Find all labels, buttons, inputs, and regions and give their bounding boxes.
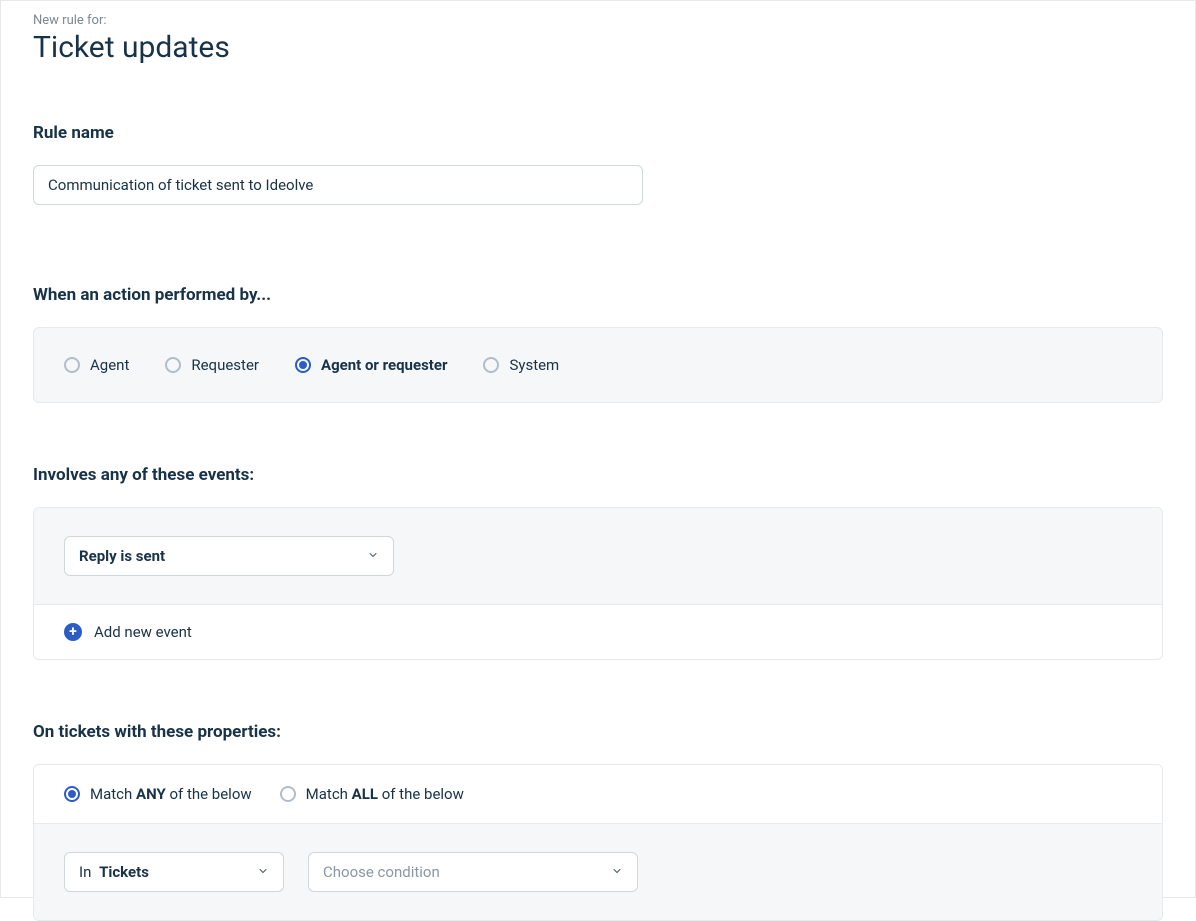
event-select-value: Reply is sent bbox=[79, 547, 165, 565]
action-section: When an action performed by... Agent Requ… bbox=[33, 285, 1163, 403]
match-radio-any[interactable]: Match ANY of the below bbox=[64, 785, 252, 803]
event-select[interactable]: Reply is sent bbox=[64, 536, 394, 576]
action-radio-group: Agent Requester Agent or requester System bbox=[64, 356, 1132, 374]
radio-label: System bbox=[509, 356, 559, 374]
events-panel: Reply is sent + Add new event bbox=[33, 507, 1163, 660]
action-radio-system[interactable]: System bbox=[483, 356, 559, 374]
chevron-down-icon bbox=[367, 547, 379, 565]
condition-select[interactable]: Choose condition bbox=[308, 852, 638, 892]
properties-section: On tickets with these properties: Match … bbox=[33, 722, 1163, 921]
radio-label: Agent or requester bbox=[321, 356, 447, 374]
add-event-label: Add new event bbox=[94, 623, 192, 641]
action-panel: Agent Requester Agent or requester System bbox=[33, 327, 1163, 403]
radio-icon bbox=[295, 357, 311, 373]
radio-icon bbox=[64, 357, 80, 373]
radio-icon bbox=[165, 357, 181, 373]
events-section: Involves any of these events: Reply is s… bbox=[33, 465, 1163, 660]
radio-icon bbox=[64, 786, 80, 802]
events-label: Involves any of these events: bbox=[33, 465, 1163, 485]
chevron-down-icon bbox=[611, 863, 623, 881]
events-panel-top: Reply is sent bbox=[34, 508, 1162, 605]
rule-name-input[interactable] bbox=[33, 165, 643, 205]
radio-icon bbox=[483, 357, 499, 373]
properties-label: On tickets with these properties: bbox=[33, 722, 1163, 742]
condition-select-placeholder: Choose condition bbox=[323, 863, 440, 881]
action-radio-agent-or-requester[interactable]: Agent or requester bbox=[295, 356, 447, 374]
rule-name-section: Rule name bbox=[33, 123, 1163, 285]
scope-select[interactable]: In Tickets bbox=[64, 852, 284, 892]
properties-panel: Match ANY of the below Match ALL of the b… bbox=[33, 764, 1163, 921]
action-radio-requester[interactable]: Requester bbox=[165, 356, 259, 374]
chevron-down-icon bbox=[257, 863, 269, 881]
radio-label: Match ALL of the below bbox=[306, 785, 464, 803]
action-radio-agent[interactable]: Agent bbox=[64, 356, 129, 374]
condition-row: In Tickets Choose condition bbox=[34, 824, 1162, 920]
radio-icon bbox=[280, 786, 296, 802]
header: New rule for: Ticket updates bbox=[33, 13, 1163, 65]
action-label: When an action performed by... bbox=[33, 285, 1163, 305]
header-eyebrow: New rule for: bbox=[33, 13, 1163, 28]
radio-label: Requester bbox=[191, 356, 259, 374]
rule-name-label: Rule name bbox=[33, 123, 1163, 143]
match-radio-group: Match ANY of the below Match ALL of the b… bbox=[34, 765, 1162, 824]
add-event-button[interactable]: + Add new event bbox=[34, 605, 1162, 659]
match-radio-all[interactable]: Match ALL of the below bbox=[280, 785, 464, 803]
page-title: Ticket updates bbox=[33, 30, 1163, 65]
radio-label: Agent bbox=[90, 356, 129, 374]
radio-label: Match ANY of the below bbox=[90, 785, 252, 803]
plus-circle-icon: + bbox=[64, 623, 82, 641]
scope-select-value: In Tickets bbox=[79, 863, 149, 881]
